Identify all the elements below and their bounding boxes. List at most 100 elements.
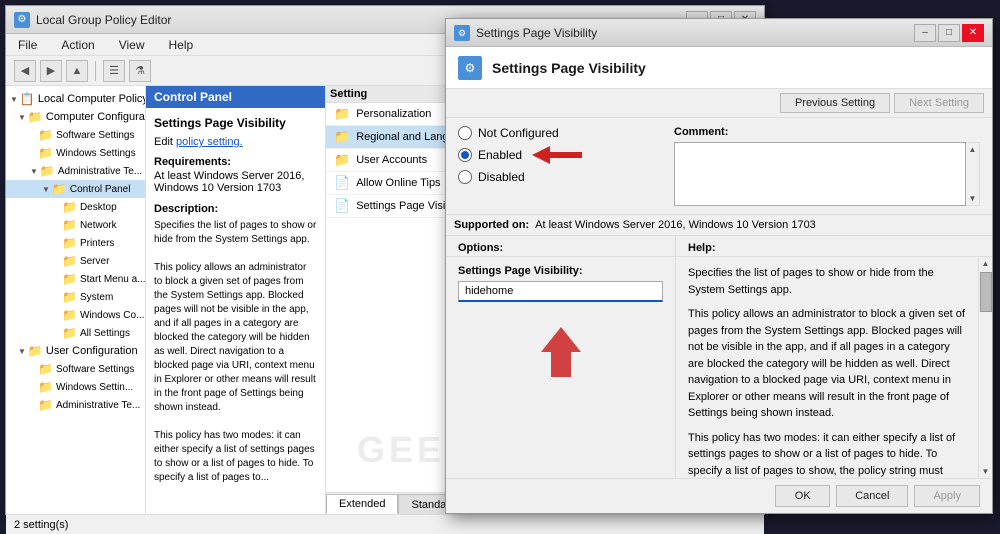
setting-label: User Accounts [356, 154, 427, 166]
tree-windows-components[interactable]: 📁 Windows Co... [6, 306, 145, 324]
supported-on-row: Supported on: At least Windows Server 20… [446, 215, 992, 236]
help-para-1: Specifies the list of pages to show or h… [688, 265, 966, 298]
comment-scrollbar: ▲ ▼ [966, 142, 980, 206]
tree-computer-config[interactable]: ▼ 📁 Computer Configura... [6, 108, 145, 126]
radio-not-configured-label: Not Configured [478, 126, 559, 140]
modal-two-panel: Options: Settings Page Visibility: Help: [446, 236, 992, 478]
tree-arrow: ▼ [30, 167, 38, 176]
modal-close-btn[interactable]: ✕ [962, 24, 984, 42]
up-arrow-graphic [531, 322, 591, 382]
modal-bottom-bar: OK Cancel Apply [446, 478, 992, 513]
menu-file[interactable]: File [14, 36, 41, 54]
radio-and-comment-row: Not Configured Enabled [446, 118, 992, 215]
menu-action[interactable]: Action [57, 36, 98, 54]
scroll-up-arrow[interactable]: ▲ [969, 145, 977, 154]
policy-edit-link: Edit policy setting. [154, 136, 317, 148]
scroll-down-arrow[interactable]: ▼ [969, 194, 977, 203]
tree-label: System [80, 292, 113, 303]
modal-title: Settings Page Visibility [476, 26, 914, 40]
modal-window-controls: – □ ✕ [914, 24, 984, 42]
toolbar-filter[interactable]: ⚗ [129, 60, 151, 82]
cancel-button[interactable]: Cancel [836, 485, 908, 507]
radio-disabled[interactable]: Disabled [458, 170, 658, 184]
modal-settings-visibility[interactable]: ⚙ Settings Page Visibility – □ ✕ ⚙ Setti… [445, 18, 993, 514]
radio-enabled[interactable]: Enabled [458, 146, 658, 164]
menu-view[interactable]: View [115, 36, 149, 54]
folder-icon: 📁 [62, 272, 77, 286]
help-scroll-thumb[interactable] [980, 272, 992, 312]
tree-label: All Settings [80, 328, 130, 339]
comment-section: Comment: ▲ ▼ [674, 126, 980, 206]
help-label: Help: [676, 236, 992, 257]
folder-icon: 📁 [38, 128, 53, 142]
tree-label: Computer Configura... [46, 111, 145, 123]
requirements-section: Requirements: At least Windows Server 20… [154, 156, 317, 194]
tree-desktop[interactable]: 📁 Desktop [6, 198, 145, 216]
tree-printers[interactable]: 📁 Printers [6, 234, 145, 252]
tab-extended[interactable]: Extended [326, 494, 398, 514]
help-para-2: This policy allows an administrator to b… [688, 306, 966, 422]
radio-enabled-input[interactable] [458, 148, 472, 162]
help-scroll-up[interactable]: ▲ [982, 259, 990, 268]
previous-setting-btn[interactable]: Previous Setting [780, 93, 890, 113]
toolbar-up[interactable]: ▲ [66, 60, 88, 82]
apply-button[interactable]: Apply [914, 485, 980, 507]
comment-label: Comment: [674, 126, 980, 138]
modal-minimize-btn[interactable]: – [914, 24, 936, 42]
supported-value: At least Windows Server 2016, Windows 10… [535, 219, 816, 231]
tree-all-settings[interactable]: 📁 All Settings [6, 324, 145, 342]
radio-disabled-label: Disabled [478, 170, 525, 184]
requirements-value: At least Windows Server 2016, Windows 10… [154, 170, 317, 194]
description-text: Specifies the list of pages to show or h… [154, 219, 317, 485]
menu-help[interactable]: Help [165, 36, 198, 54]
modal-maximize-btn[interactable]: □ [938, 24, 960, 42]
folder-icon: 📁 [28, 344, 43, 358]
next-setting-btn[interactable]: Next Setting [894, 93, 984, 113]
radio-not-configured[interactable]: Not Configured [458, 126, 658, 140]
setting-label: Allow Online Tips [356, 177, 440, 189]
tree-local-computer-policy[interactable]: ▼ 📋 Local Computer Policy [6, 90, 145, 108]
ok-button[interactable]: OK [775, 485, 830, 507]
tree-control-panel[interactable]: ▼ 📁 Control Panel [6, 180, 145, 198]
tree-user-admin-templates[interactable]: 📁 Administrative Te... [6, 396, 145, 414]
tree-label: Printers [80, 238, 114, 249]
tree-user-sw-settings[interactable]: 📁 Software Settings [6, 360, 145, 378]
supported-label: Supported on: [454, 219, 529, 231]
radio-disabled-input[interactable] [458, 170, 472, 184]
tree-label: User Configuration [46, 345, 138, 357]
setting-label: Personalization [356, 108, 431, 120]
gpe-middle-panel: Control Panel Settings Page Visibility E… [146, 86, 326, 514]
tree-label: Control Panel [70, 184, 131, 195]
folder-icon: 📁 [62, 200, 77, 214]
toolbar-forward[interactable]: ▶ [40, 60, 62, 82]
tree-user-config[interactable]: ▼ 📁 User Configuration [6, 342, 145, 360]
tree-software-settings[interactable]: ▶ 📁 Software Settings [6, 126, 145, 144]
tree-system[interactable]: 📁 System [6, 288, 145, 306]
tree-windows-settings[interactable]: ▶ 📁 Windows Settings [6, 144, 145, 162]
policy-setting-link[interactable]: policy setting. [176, 136, 243, 148]
comment-textarea[interactable] [674, 142, 966, 206]
tree-label: Start Menu a... [80, 274, 145, 285]
tree-label: Administrative Te... [58, 166, 142, 177]
folder-icon: 📁 [62, 290, 77, 304]
help-scroll-down[interactable]: ▼ [982, 467, 990, 476]
tree-server[interactable]: 📁 Server [6, 252, 145, 270]
description-label: Description: [154, 202, 317, 217]
tree-start-menu[interactable]: 📁 Start Menu a... [6, 270, 145, 288]
requirements-label: Requirements: [154, 156, 317, 168]
toolbar-back[interactable]: ◀ [14, 60, 36, 82]
toolbar-show-hide[interactable]: ☰ [103, 60, 125, 82]
enabled-arrow-icon [532, 146, 582, 164]
options-label: Options: [446, 236, 675, 257]
tree-admin-templates[interactable]: ▼ 📁 Administrative Te... [6, 162, 145, 180]
tree-network[interactable]: 📁 Network [6, 216, 145, 234]
tree-label: Windows Settin... [56, 382, 133, 393]
tree-label: Windows Co... [80, 310, 144, 321]
tree-user-win-settings[interactable]: 📁 Windows Settin... [6, 378, 145, 396]
tree-label: Windows Settings [56, 148, 135, 159]
field-input[interactable] [458, 281, 663, 302]
radio-not-configured-input[interactable] [458, 126, 472, 140]
help-text: Specifies the list of pages to show or h… [676, 257, 978, 478]
folder-icon: 📁 [38, 362, 53, 376]
radio-group: Not Configured Enabled [458, 126, 658, 184]
